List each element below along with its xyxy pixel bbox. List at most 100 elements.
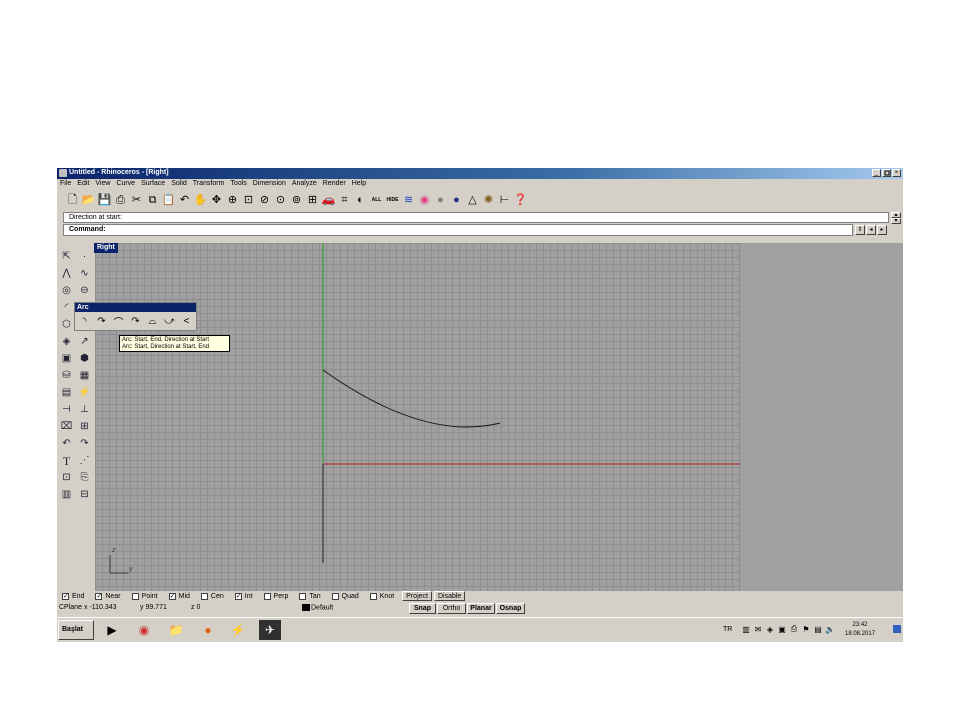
- snap-toggle[interactable]: Snap: [409, 603, 436, 614]
- color-wheel-icon[interactable]: ◉: [417, 193, 432, 208]
- cut-icon[interactable]: ✂: [129, 193, 144, 208]
- menu-render[interactable]: Render: [320, 179, 349, 190]
- menu-solid[interactable]: Solid: [168, 179, 190, 190]
- language-indicator[interactable]: TR: [723, 626, 732, 633]
- zoom-dynamic-icon[interactable]: ⊚: [289, 193, 304, 208]
- app-icon[interactable]: ⚡: [227, 620, 249, 640]
- maximize-button[interactable]: [882, 169, 891, 177]
- tray-volume-icon[interactable]: 🔈: [825, 624, 835, 634]
- chrome-icon[interactable]: ◉: [133, 620, 155, 640]
- cylinder-icon[interactable]: ⛁: [59, 368, 74, 383]
- print-icon[interactable]: ⎙: [113, 193, 128, 208]
- folder-icon[interactable]: 📁: [165, 620, 187, 640]
- zoom-selected-icon[interactable]: ⊙: [273, 193, 288, 208]
- edit-points-icon[interactable]: ▤: [59, 385, 74, 400]
- menu-transform[interactable]: Transform: [190, 179, 228, 190]
- four-viewports-icon[interactable]: ⊞: [305, 193, 320, 208]
- arc-icon[interactable]: ◜: [59, 300, 74, 315]
- array-icon[interactable]: ⊞: [77, 419, 92, 434]
- osnap-mid-checkbox[interactable]: ✓: [168, 592, 176, 600]
- command-right-icon[interactable]: ▸: [877, 225, 887, 235]
- copy-icon[interactable]: ⧉: [145, 193, 160, 208]
- trim-icon[interactable]: ↶: [59, 436, 74, 451]
- menu-file[interactable]: File: [57, 179, 74, 190]
- project-button[interactable]: Project: [402, 591, 432, 601]
- layers-icon[interactable]: ≋: [401, 193, 416, 208]
- arc-curve[interactable]: [322, 369, 501, 428]
- show-icon[interactable]: ◐: [353, 193, 368, 208]
- rotate-view-icon[interactable]: ✥: [209, 193, 224, 208]
- tray-update-icon[interactable]: ◈: [765, 624, 775, 634]
- history-scroll-down-icon[interactable]: ▾: [891, 218, 901, 224]
- right-viewport[interactable]: z y: [95, 243, 741, 591]
- box-icon[interactable]: ▣: [59, 351, 74, 366]
- arc-extend-icon[interactable]: ⤻: [162, 314, 177, 329]
- osnap-end-checkbox[interactable]: ✓: [62, 592, 69, 600]
- arc-3pt-icon[interactable]: ⌒: [111, 314, 126, 329]
- curve-icon[interactable]: ∿: [77, 266, 92, 281]
- open-icon[interactable]: 📂: [81, 193, 96, 208]
- zoom-extents-icon[interactable]: ⊘: [257, 193, 272, 208]
- arc-start-end-dir-icon[interactable]: ↷: [94, 314, 109, 329]
- menu-surface[interactable]: Surface: [138, 179, 168, 190]
- zoom-icon[interactable]: ⊕: [225, 193, 240, 208]
- hide-button[interactable]: HIDE: [385, 193, 400, 208]
- show-all-button[interactable]: ALL: [369, 193, 384, 208]
- osnap-toggle[interactable]: Osnap: [496, 603, 525, 614]
- ortho-toggle[interactable]: Ortho: [437, 603, 466, 614]
- pan-icon[interactable]: ✋: [193, 193, 208, 208]
- surface-icon[interactable]: ◈: [59, 334, 74, 349]
- command-left-icon[interactable]: ◂: [866, 225, 876, 235]
- help-icon[interactable]: ❓: [513, 193, 528, 208]
- show-desktop-icon[interactable]: [893, 625, 901, 633]
- minimize-button[interactable]: _: [872, 169, 881, 177]
- block-icon[interactable]: ⊡: [59, 470, 74, 485]
- new-icon[interactable]: 🗋: [65, 193, 80, 208]
- tray-flag-icon[interactable]: ⚑: [801, 624, 811, 634]
- text-icon[interactable]: T: [59, 453, 74, 468]
- osnap-tan-checkbox[interactable]: [299, 592, 307, 600]
- menu-help[interactable]: Help: [349, 179, 369, 190]
- tray-network-icon[interactable]: ▥: [741, 624, 751, 634]
- fillet-icon[interactable]: ⚡: [77, 385, 92, 400]
- tray-display-icon[interactable]: ▣: [777, 624, 787, 634]
- dim-icon[interactable]: ⋰: [77, 453, 92, 468]
- explode-icon[interactable]: ⊥: [77, 402, 92, 417]
- viewport-label[interactable]: Right: [94, 243, 118, 253]
- save-icon[interactable]: 💾: [97, 193, 112, 208]
- dimension-icon[interactable]: ⊢: [497, 193, 512, 208]
- paste-icon[interactable]: 📋: [161, 193, 176, 208]
- extrude-icon[interactable]: ↗: [77, 334, 92, 349]
- osnap-perp-checkbox[interactable]: [263, 592, 271, 600]
- car-icon[interactable]: 🚗: [321, 193, 336, 208]
- osnap-point-checkbox[interactable]: [131, 592, 139, 600]
- menu-dimension[interactable]: Dimension: [250, 179, 289, 190]
- layout-icon[interactable]: ⎘: [77, 470, 92, 485]
- osnap-quad-checkbox[interactable]: [331, 592, 339, 600]
- media-player-icon[interactable]: ▶: [101, 620, 123, 640]
- viewport-icon[interactable]: ▥: [59, 487, 74, 502]
- disable-button[interactable]: Disable: [433, 591, 466, 601]
- polyline-icon[interactable]: ⋀: [59, 266, 74, 281]
- tray-battery-icon[interactable]: ▤: [813, 624, 823, 634]
- arc-tangent-icon[interactable]: ⌓: [145, 314, 160, 329]
- close-button[interactable]: ×: [892, 169, 901, 177]
- clock[interactable]: 23:42 18.08.2017: [845, 621, 875, 639]
- tray-mail-icon[interactable]: ✉: [753, 624, 763, 634]
- command-prompt[interactable]: Command:: [63, 224, 853, 236]
- mesh-icon[interactable]: ▦: [77, 368, 92, 383]
- osnap-int-checkbox[interactable]: ✓: [234, 592, 242, 600]
- menu-view[interactable]: View: [92, 179, 113, 190]
- menu-curve[interactable]: Curve: [113, 179, 138, 190]
- arc-start-dir-end-icon[interactable]: ↷: [128, 314, 143, 329]
- arc-angle-icon[interactable]: <: [179, 314, 194, 329]
- zoom-window-icon[interactable]: ⊡: [241, 193, 256, 208]
- menu-analyze[interactable]: Analyze: [289, 179, 320, 190]
- menu-tools[interactable]: Tools: [227, 179, 249, 190]
- osnap-near-checkbox[interactable]: ✓: [95, 592, 103, 600]
- select-icon[interactable]: ⇱: [59, 249, 74, 264]
- ellipse-icon[interactable]: ⊖: [77, 283, 92, 298]
- circle-icon[interactable]: ◎: [59, 283, 74, 298]
- planar-toggle[interactable]: Planar: [467, 603, 495, 614]
- menu-edit[interactable]: Edit: [74, 179, 92, 190]
